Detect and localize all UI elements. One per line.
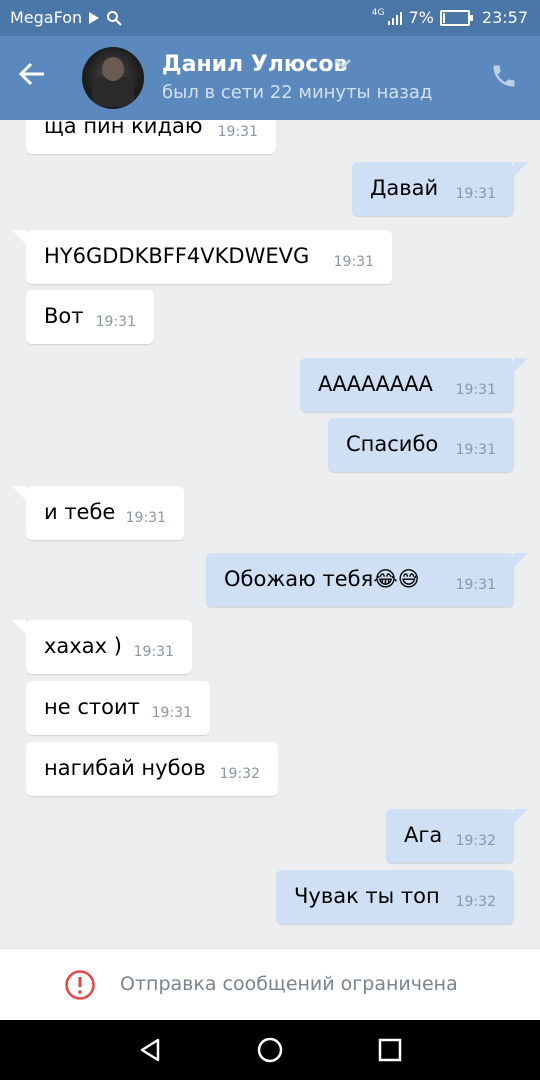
clock: 23:57: [481, 8, 528, 27]
message-time: 19:31: [455, 382, 496, 398]
message-time: 19:31: [125, 510, 166, 526]
incoming-message[interactable]: ща пин кидаю 19:31: [26, 120, 276, 154]
chat-header: Данил Улюсов был в сети 22 минуты назад: [0, 36, 540, 120]
contact-name[interactable]: Данил Улюсов: [162, 52, 347, 77]
message-text: ща пин кидаю: [44, 120, 203, 138]
message-time: 19:31: [95, 314, 136, 330]
chevron-down-icon[interactable]: [334, 58, 352, 70]
incoming-message[interactable]: и тебе 19:31: [12, 486, 184, 540]
message-time: 19:32: [455, 833, 496, 849]
incoming-message[interactable]: Вот 19:31: [26, 290, 154, 344]
message-text: АААААААА: [318, 372, 433, 396]
avatar-figure: [92, 77, 134, 107]
message-time: 19:31: [333, 254, 374, 270]
avatar[interactable]: [82, 47, 144, 109]
bubble-tail: [12, 620, 26, 634]
battery-fill: [442, 12, 445, 23]
play-icon: [89, 11, 100, 24]
message-text: хахах ): [44, 634, 122, 658]
network-label: 4G: [371, 7, 385, 18]
status-bar: MegaFon 4G 7% 23:57: [0, 0, 540, 36]
incoming-message[interactable]: HY6GDDKBFF4VKDWEVG 19:31: [12, 230, 392, 284]
outgoing-message[interactable]: Чувак ты топ 19:32: [276, 870, 514, 924]
warning-circle-icon: [65, 970, 95, 1000]
message-text: Чувак ты топ: [294, 884, 440, 908]
arrow-left-icon: [18, 62, 44, 86]
avatar-head: [102, 57, 124, 81]
nav-back-icon[interactable]: [136, 1036, 164, 1064]
contact-status: был в сети 22 минуты назад: [162, 82, 433, 103]
bubble-tail: [514, 162, 528, 176]
message-text: нагибай нубов: [44, 756, 206, 780]
battery-percent: 7%: [408, 8, 434, 27]
message-time: 19:32: [219, 766, 260, 782]
message-text: Спасибо: [346, 432, 439, 456]
bubble-tail: [12, 230, 26, 244]
message-time: 19:32: [455, 894, 496, 910]
call-button[interactable]: [490, 62, 520, 92]
incoming-message[interactable]: не стоит 19:31: [26, 681, 210, 735]
status-left: MegaFon: [10, 8, 122, 27]
battery-icon: [439, 9, 473, 26]
nav-recents-icon[interactable]: [376, 1036, 404, 1064]
restriction-bar: Отправка сообщений ограничена: [0, 948, 540, 1021]
message-time: 19:31: [455, 442, 496, 458]
bubble-tail: [514, 553, 528, 567]
back-button[interactable]: [18, 60, 62, 96]
message-text: Вот: [44, 304, 84, 328]
outgoing-message[interactable]: АААААААА 19:31: [300, 358, 528, 412]
bubble-tail: [514, 358, 528, 372]
carrier-label: MegaFon: [10, 8, 83, 27]
outgoing-message[interactable]: Ага 19:32: [386, 809, 528, 863]
message-text: Обожаю тебя😂😅: [224, 567, 420, 591]
phone-icon: [493, 65, 515, 87]
incoming-message[interactable]: нагибай нубов 19:32: [26, 742, 278, 796]
incoming-message[interactable]: хахах ) 19:31: [12, 620, 192, 674]
bubble-tail: [12, 486, 26, 500]
message-text: Ага: [404, 823, 443, 847]
message-time: 19:31: [455, 186, 496, 202]
message-time: 19:31: [455, 577, 496, 593]
search-icon: [107, 10, 122, 26]
signal-icon: [387, 11, 402, 25]
outgoing-message[interactable]: Обожаю тебя😂😅 19:31: [206, 553, 528, 607]
message-list[interactable]: ща пин кидаю 19:31 Давай 19:31 HY6GDDKBFF4VK…: [0, 120, 540, 948]
system-nav-bar: [0, 1020, 540, 1080]
message-text: не стоит: [44, 695, 140, 719]
message-time: 19:31: [217, 124, 258, 140]
message-text: и тебе: [44, 500, 116, 524]
restriction-notice: Отправка сообщений ограничена: [120, 973, 458, 995]
message-text: Давай: [370, 176, 439, 200]
message-time: 19:31: [151, 705, 192, 721]
outgoing-message[interactable]: Спасибо 19:31: [328, 418, 514, 472]
status-right: 4G 7% 23:57: [371, 7, 528, 28]
message-text: HY6GDDKBFF4VKDWEVG: [44, 244, 310, 268]
bubble-tail: [514, 809, 528, 823]
message-time: 19:31: [133, 644, 174, 660]
nav-home-icon[interactable]: [256, 1036, 284, 1064]
outgoing-message[interactable]: Давай 19:31: [352, 162, 528, 216]
